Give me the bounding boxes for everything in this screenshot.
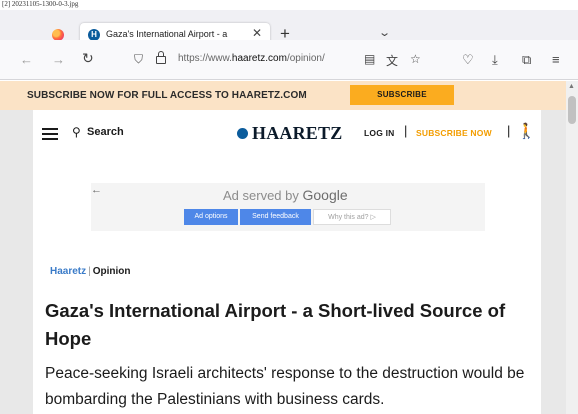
article-section-label: Haaretz | Opinion bbox=[50, 266, 131, 277]
search-icon[interactable]: ⚲ bbox=[72, 125, 81, 139]
forward-icon[interactable]: → bbox=[52, 52, 65, 67]
back-icon[interactable]: ← bbox=[20, 52, 33, 67]
logo-text: HAARETZ bbox=[252, 123, 343, 143]
image-caption: [2] 20231105-1300-0-3.jpg bbox=[2, 0, 79, 8]
logo-mark-icon bbox=[237, 128, 248, 139]
reader-view-icon[interactable]: ▤ bbox=[364, 52, 375, 66]
login-link[interactable]: LOG IN bbox=[364, 128, 394, 138]
scroll-up-arrow-icon[interactable]: ▲ bbox=[568, 83, 575, 90]
hamburger-menu-icon[interactable] bbox=[42, 128, 58, 140]
ad-back-arrow-icon[interactable]: ← bbox=[91, 184, 102, 196]
article-type: Opinion bbox=[92, 266, 131, 277]
lock-icon[interactable] bbox=[156, 51, 166, 64]
section-link[interactable]: Haaretz bbox=[50, 266, 86, 277]
subscribe-now-link[interactable]: SUBSCRIBE NOW bbox=[416, 128, 492, 138]
article-headline: Gaza's International Airport - a Short-l… bbox=[45, 300, 506, 349]
search-link[interactable]: Search bbox=[87, 126, 124, 138]
browser-tab-strip: H Gaza's International Airport - a ✕ + ⌄ bbox=[0, 10, 578, 47]
header-separator: | bbox=[404, 123, 408, 138]
menu-icon[interactable]: ≡ bbox=[552, 52, 560, 67]
translate-icon[interactable]: 文 bbox=[386, 52, 398, 69]
url-text[interactable]: https://www.haaretz.com/opinion/ bbox=[178, 53, 358, 64]
extensions-icon[interactable]: ⧉ bbox=[522, 52, 531, 68]
article-page: ⚲ Search HAARETZ LOG IN | SUBSCRIBE NOW … bbox=[33, 110, 541, 414]
close-tab-icon[interactable]: ✕ bbox=[252, 26, 262, 40]
tab-list-chevron-icon[interactable]: ⌄ bbox=[378, 26, 391, 39]
promo-text: SUBSCRIBE NOW FOR FULL ACCESS TO HAARETZ… bbox=[27, 90, 307, 101]
reload-icon[interactable]: ↻ bbox=[82, 50, 94, 67]
shield-icon[interactable]: ⛉ bbox=[134, 52, 143, 67]
ad-served-by-text: Ad served by Google bbox=[223, 187, 348, 203]
scrollbar-thumb[interactable] bbox=[568, 96, 576, 124]
pocket-icon[interactable]: ♡ bbox=[462, 52, 474, 68]
address-bar[interactable]: ⛉ https://www.haaretz.com/opinion/ ▤ 文 ☆ bbox=[128, 46, 448, 74]
accessibility-icon[interactable]: 🚶 bbox=[517, 122, 536, 140]
why-this-ad-button[interactable]: Why this ad? ▷ bbox=[313, 209, 391, 225]
browser-navigation-bar: ← → ↻ ⛉ https://www.haaretz.com/opinion/… bbox=[0, 40, 578, 80]
tab-title: Gaza's International Airport - a bbox=[106, 29, 228, 39]
section-separator: | bbox=[88, 266, 91, 277]
article-subheadline: Peace-seeking Israeli architects' respon… bbox=[45, 365, 525, 408]
subscribe-button[interactable]: SUBSCRIBE bbox=[350, 85, 454, 105]
download-icon[interactable]: ⤓ bbox=[492, 52, 498, 68]
scrollbar[interactable] bbox=[566, 81, 578, 414]
bookmark-star-icon[interactable]: ☆ bbox=[410, 52, 421, 66]
ad-options-button[interactable]: Ad options bbox=[184, 209, 238, 225]
haaretz-logo[interactable]: HAARETZ bbox=[237, 123, 342, 144]
send-feedback-button[interactable]: Send feedback bbox=[240, 209, 311, 225]
subscribe-promo-bar: SUBSCRIBE NOW FOR FULL ACCESS TO HAARETZ… bbox=[0, 81, 566, 110]
header-separator: | bbox=[507, 123, 511, 138]
